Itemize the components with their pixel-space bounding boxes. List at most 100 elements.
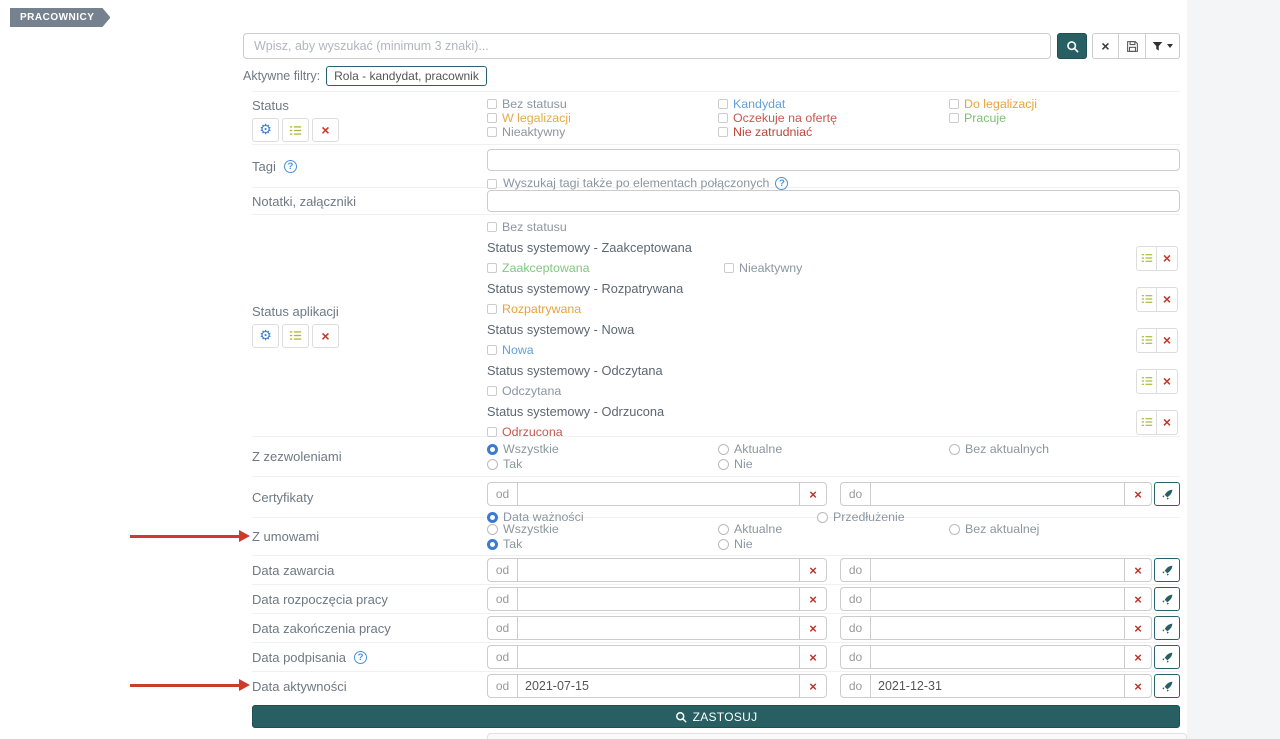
x-icon: ×: [1101, 38, 1110, 54]
clear-do-button[interactable]: ×: [1125, 587, 1152, 611]
clear-od-button[interactable]: ×: [800, 587, 827, 611]
notatki-input[interactable]: [487, 190, 1180, 212]
od-date-input[interactable]: [517, 674, 800, 698]
od-date-input[interactable]: [517, 616, 800, 640]
list-button[interactable]: [1136, 409, 1157, 435]
list-button[interactable]: [1136, 245, 1157, 271]
od-date-input[interactable]: [517, 558, 800, 582]
rocket-button[interactable]: [1154, 587, 1180, 611]
radio-option[interactable]: Wszystkie: [487, 522, 718, 537]
checkbox-option[interactable]: Nieaktywny: [487, 125, 718, 140]
rocket-button[interactable]: [1154, 482, 1180, 506]
list-button[interactable]: [1136, 286, 1157, 312]
checkbox-option[interactable]: Pracuje: [949, 111, 1180, 126]
date-label-cell: Data rozpoczęcia pracy: [252, 592, 487, 607]
clear-od-button[interactable]: ×: [800, 616, 827, 640]
radio-option[interactable]: Wszystkie: [487, 442, 718, 457]
do-date-input[interactable]: [870, 645, 1125, 669]
radio-option[interactable]: Nie: [718, 457, 949, 472]
clear-app-status-button[interactable]: ×: [312, 323, 339, 348]
do-date-input[interactable]: [870, 587, 1125, 611]
active-filter-badge[interactable]: Rola - kandydat, pracownik: [326, 66, 487, 86]
radio-option[interactable]: Bez aktualnych: [949, 442, 1180, 457]
checkbox-option[interactable]: Rozpatrywana: [487, 302, 724, 317]
checkbox-option[interactable]: Bez statusu: [487, 97, 718, 112]
checkbox-option[interactable]: Nieaktywny: [724, 261, 961, 276]
checkbox-icon: [724, 262, 734, 273]
rocket-button[interactable]: [1154, 645, 1180, 669]
checkbox-option[interactable]: Nowa: [487, 343, 724, 358]
help-icon[interactable]: ?: [353, 650, 367, 664]
checkbox-option[interactable]: Kandydat: [718, 97, 949, 112]
radio-option[interactable]: Aktualne: [718, 442, 949, 457]
app-status-group-heading: Status systemowy - Odrzucona: [487, 403, 665, 419]
clear-group-button[interactable]: ×: [1157, 409, 1178, 435]
radio-option[interactable]: Tak: [487, 537, 718, 552]
checkbox-option[interactable]: Oczekuje na ofertę: [718, 111, 949, 126]
clear-search-button[interactable]: ×: [1092, 33, 1119, 59]
checkbox-option[interactable]: Nie zatrudniać: [718, 125, 949, 140]
do-date-input[interactable]: [870, 616, 1125, 640]
od-date-input[interactable]: [517, 482, 800, 506]
filter-row-zezwolenia: Z zezwoleniami Wszystkie Tak Aktualne Ni…: [252, 436, 1180, 476]
umowy-options: Wszystkie Tak Aktualne Nie Bez aktualnej: [487, 518, 1180, 555]
date-controls: od × do ×: [487, 616, 1180, 640]
certyfikaty-controls: od × do × Data ważności Przedłużenie: [487, 477, 1180, 524]
filter-row-data-zawarcia: Data zawarcia od × do ×: [252, 555, 1180, 584]
clear-status-button[interactable]: ×: [312, 118, 339, 142]
tagi-input[interactable]: [487, 149, 1180, 171]
clear-do-button[interactable]: ×: [1125, 616, 1152, 640]
settings-button[interactable]: ⚙: [252, 323, 279, 348]
clear-group-button[interactable]: ×: [1157, 245, 1178, 271]
checkbox-option[interactable]: W legalizacji: [487, 111, 718, 126]
pracownicy-tab[interactable]: PRACOWNICY: [10, 8, 110, 27]
radio-option[interactable]: Bez aktualnej: [949, 522, 1180, 537]
filter-dropdown-button[interactable]: [1146, 33, 1180, 59]
magnifier-icon: [675, 711, 687, 722]
save-filter-button[interactable]: [1119, 33, 1146, 59]
do-date-input[interactable]: [870, 558, 1125, 582]
clear-od-button[interactable]: ×: [800, 645, 827, 669]
x-icon: ×: [321, 122, 330, 138]
pracownicy-filter-page: PRACOWNICY ×: [0, 0, 1280, 739]
do-date-input[interactable]: [870, 674, 1125, 698]
clear-do-button[interactable]: ×: [1125, 482, 1152, 506]
list-button[interactable]: [282, 118, 309, 142]
clear-group-button[interactable]: ×: [1157, 327, 1178, 353]
do-date-input[interactable]: [870, 482, 1125, 506]
next-section-partial: [487, 733, 1187, 739]
clear-do-button[interactable]: ×: [1125, 674, 1152, 698]
radio-option[interactable]: Aktualne: [718, 522, 949, 537]
rocket-button[interactable]: [1154, 558, 1180, 582]
filter-row-status: Status ⚙ × Bez statusu W legalizacji Nie…: [252, 91, 1180, 144]
clear-group-button[interactable]: ×: [1157, 368, 1178, 394]
clear-do-button[interactable]: ×: [1125, 645, 1152, 669]
clear-group-button[interactable]: ×: [1157, 286, 1178, 312]
radio-option[interactable]: Nie: [718, 537, 949, 552]
clear-od-button[interactable]: ×: [800, 674, 827, 698]
clear-od-button[interactable]: ×: [800, 558, 827, 582]
filter-row-data-zakonczenia: Data zakończenia pracy od × do ×: [252, 613, 1180, 642]
date-controls: od × do ×: [487, 645, 1180, 669]
od-date-input[interactable]: [517, 645, 800, 669]
list-button[interactable]: [282, 323, 309, 348]
clear-do-button[interactable]: ×: [1125, 558, 1152, 582]
clear-od-button[interactable]: ×: [800, 482, 827, 506]
rocket-button[interactable]: [1154, 674, 1180, 698]
apply-button[interactable]: ZASTOSUJ: [252, 705, 1180, 728]
list-button[interactable]: [1136, 327, 1157, 353]
checkbox-icon: [487, 385, 497, 396]
checkbox-option[interactable]: Do legalizacji: [949, 97, 1180, 112]
checkbox-option[interactable]: Zaakceptowana: [487, 261, 724, 276]
od-date-input[interactable]: [517, 587, 800, 611]
help-icon[interactable]: ?: [283, 159, 297, 173]
search-button[interactable]: [1057, 33, 1087, 59]
filter-label: Status aplikacji: [252, 303, 339, 319]
list-button[interactable]: [1136, 368, 1157, 394]
rocket-button[interactable]: [1154, 616, 1180, 640]
search-input[interactable]: [243, 33, 1051, 59]
settings-button[interactable]: ⚙: [252, 118, 279, 142]
checkbox-option[interactable]: Bez statusu: [487, 220, 1180, 235]
checkbox-option[interactable]: Odczytana: [487, 384, 724, 399]
radio-option[interactable]: Tak: [487, 457, 718, 472]
